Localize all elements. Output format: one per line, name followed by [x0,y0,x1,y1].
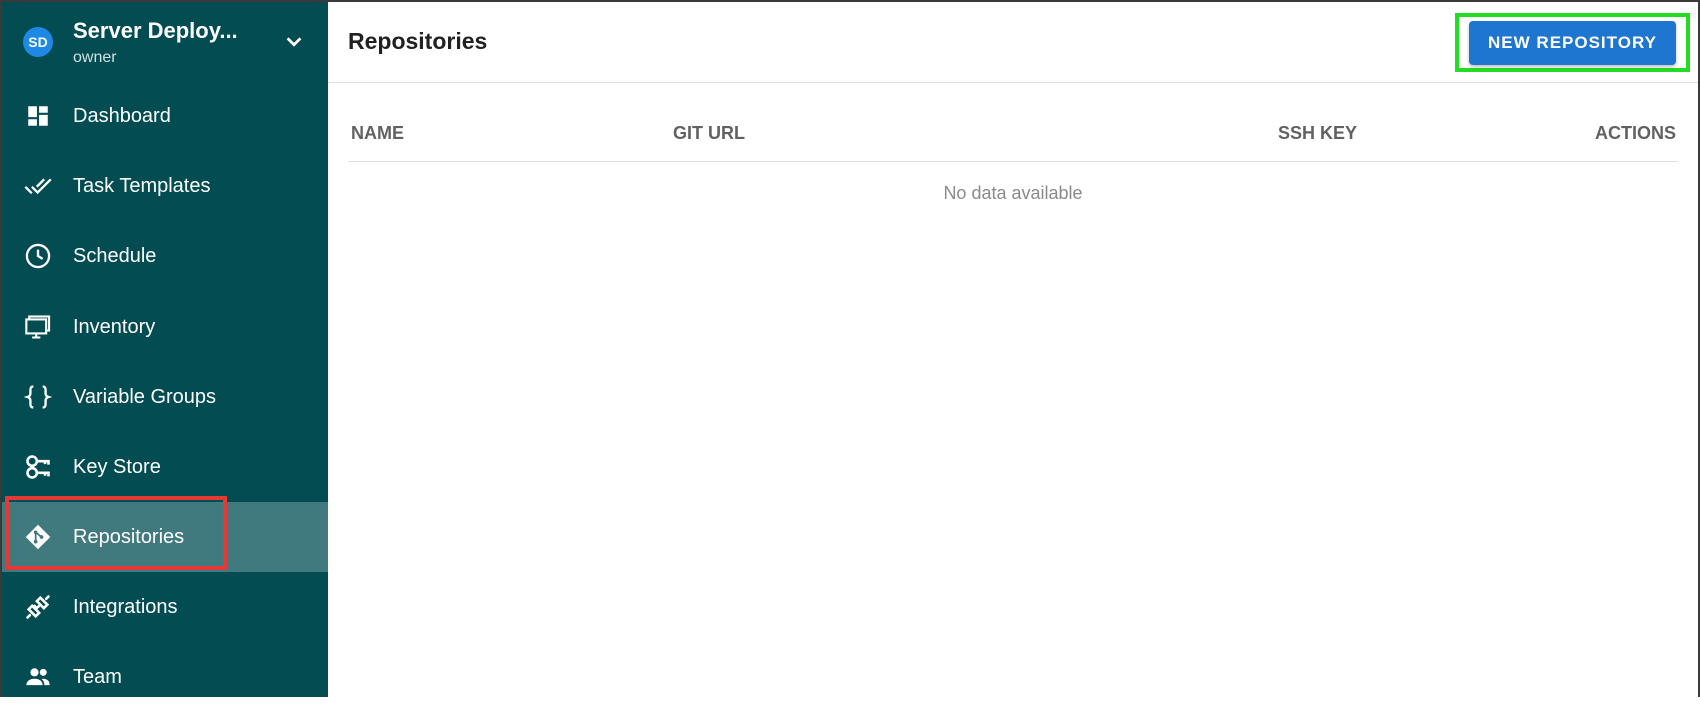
highlight-box-repositories [5,496,227,570]
sidebar-item-key-store[interactable]: Key Store [0,432,328,502]
sidebar-item-label: Dashboard [73,104,171,127]
page-title: Repositories [348,28,488,54]
column-header-name[interactable]: NAME [351,123,404,144]
clock-icon [24,242,52,270]
dashboard-icon [24,102,52,130]
sidebar-item-integrations[interactable]: Integrations [0,572,328,642]
team-icon [24,663,52,691]
done-all-icon [24,172,52,200]
sidebar-item-inventory[interactable]: Inventory [0,292,328,362]
table-header: NAME GIT URL SSH KEY ACTIONS [348,105,1678,162]
project-role: owner [73,49,117,66]
toolbar: Repositories NEW REPOSITORY [328,0,1700,83]
column-header-ssh-key[interactable]: SSH KEY [1278,123,1357,144]
plug-icon [24,593,52,621]
repositories-table: NAME GIT URL SSH KEY ACTIONS No data ava… [348,105,1678,203]
project-switcher[interactable]: SD Server Deploy... owner [0,0,328,84]
chevron-down-icon[interactable] [283,31,305,53]
monitor-icon [24,313,52,341]
sidebar-item-variable-groups[interactable]: Variable Groups [0,362,328,432]
project-avatar: SD [23,27,53,57]
sidebar-item-label: Team [73,665,122,688]
empty-state-text: No data available [943,183,1083,203]
sidebar-item-label: Key Store [73,455,161,478]
new-repository-button[interactable]: NEW REPOSITORY [1469,21,1676,65]
sidebar-item-label: Task Templates [73,174,211,197]
braces-icon [24,383,52,411]
main-content: Repositories NEW REPOSITORY NAME GIT URL… [328,0,1700,697]
column-header-git-url[interactable]: GIT URL [673,123,745,144]
sidebar-item-label: Integrations [73,595,178,618]
sidebar-item-task-templates[interactable]: Task Templates [0,151,328,221]
key-icon [24,453,52,481]
sidebar-item-label: Variable Groups [73,385,217,408]
sidebar: SD Server Deploy... owner Dashboard Task… [0,0,328,697]
sidebar-item-schedule[interactable]: Schedule [0,221,328,291]
sidebar-item-label: Schedule [73,244,157,267]
sidebar-item-dashboard[interactable]: Dashboard [0,81,328,151]
sidebar-item-label: Inventory [73,315,156,338]
column-header-actions: ACTIONS [1595,123,1676,143]
sidebar-item-team[interactable]: Team [0,642,328,712]
project-name: Server Deploy... [73,18,238,43]
